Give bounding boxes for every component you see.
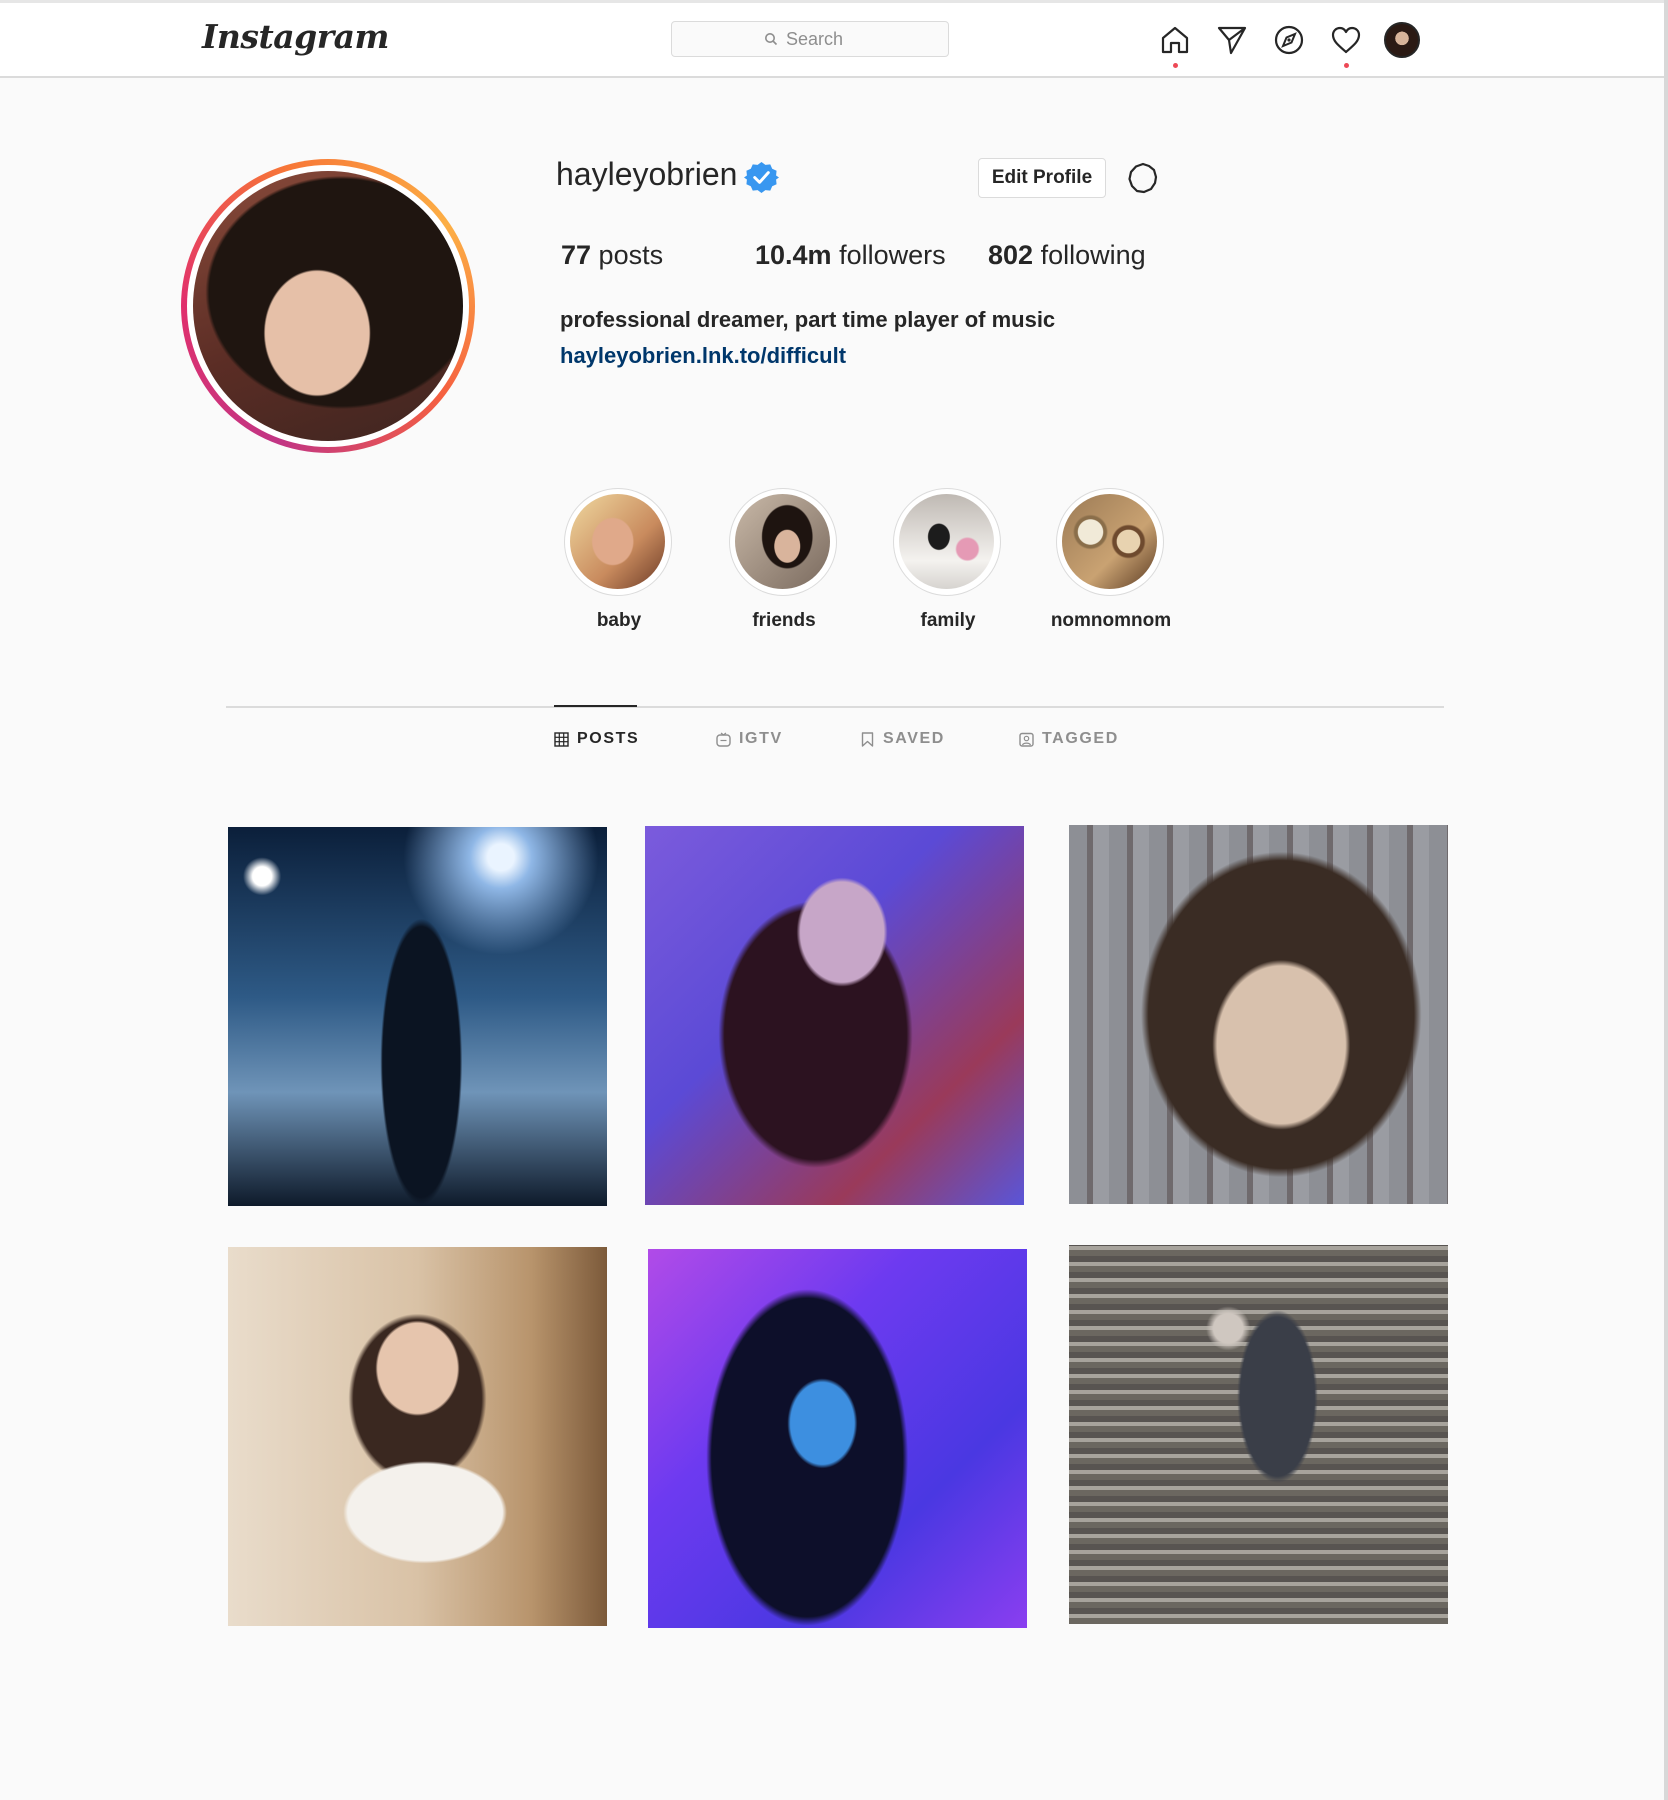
post-thumbnail-2[interactable] bbox=[645, 826, 1024, 1205]
tv-icon bbox=[716, 732, 731, 747]
bookmark-icon bbox=[861, 731, 874, 747]
highlight-cover bbox=[1062, 494, 1157, 589]
home-notification-dot bbox=[1173, 63, 1178, 68]
tab-label: TAGGED bbox=[1042, 730, 1119, 747]
settings-button[interactable] bbox=[1125, 160, 1161, 196]
tab-label: POSTS bbox=[577, 730, 640, 747]
tab-igtv[interactable]: IGTV bbox=[716, 730, 783, 748]
paper-plane-icon bbox=[1217, 26, 1247, 55]
search-icon bbox=[765, 33, 778, 46]
following-count-value: 802 bbox=[988, 240, 1034, 270]
compass-icon bbox=[1274, 25, 1304, 55]
posts-count-label: posts bbox=[591, 240, 664, 270]
profile-bio: professional dreamer, part time player o… bbox=[560, 307, 1056, 332]
profile-avatar-button[interactable] bbox=[1384, 22, 1420, 58]
highlight-cover bbox=[735, 494, 830, 589]
activity-notification-dot bbox=[1344, 63, 1349, 68]
following-count-label: following bbox=[1033, 240, 1146, 270]
heart-icon bbox=[1331, 26, 1361, 54]
instagram-logo[interactable]: Instagram bbox=[202, 17, 389, 56]
highlight-cover bbox=[899, 494, 994, 589]
posts-count: 77 posts bbox=[561, 240, 663, 271]
followers-count-value: 10.4m bbox=[755, 240, 832, 270]
profile-username: hayleyobrien bbox=[556, 156, 738, 192]
story-highlight-family[interactable]: family bbox=[893, 488, 1003, 631]
active-tab-indicator bbox=[554, 705, 637, 707]
tagged-person-icon bbox=[1019, 732, 1034, 747]
posts-count-value: 77 bbox=[561, 240, 592, 270]
followers-count[interactable]: 10.4m followers bbox=[755, 240, 946, 271]
tab-saved[interactable]: SAVED bbox=[860, 730, 945, 748]
window-right-edge bbox=[1664, 0, 1668, 1800]
post-thumbnail-6[interactable] bbox=[1069, 1245, 1448, 1624]
post-thumbnail-1[interactable] bbox=[228, 827, 607, 1206]
highlight-ring bbox=[729, 488, 837, 596]
profile-avatar[interactable] bbox=[181, 159, 475, 453]
grid-icon bbox=[554, 731, 569, 747]
highlight-label: baby bbox=[596, 610, 642, 631]
highlight-label: friends bbox=[752, 610, 816, 631]
search-box[interactable] bbox=[671, 21, 949, 57]
edit-profile-button[interactable]: Edit Profile bbox=[978, 158, 1106, 198]
tab-label: SAVED bbox=[883, 730, 945, 747]
explore-button[interactable] bbox=[1272, 23, 1306, 57]
verified-badge-icon bbox=[744, 161, 779, 194]
highlight-cover bbox=[570, 494, 665, 589]
story-highlight-baby[interactable]: baby bbox=[564, 488, 674, 631]
profile-photo bbox=[193, 171, 463, 441]
tab-posts[interactable]: POSTS bbox=[554, 730, 639, 748]
post-thumbnail-3[interactable] bbox=[1069, 825, 1448, 1204]
gear-icon bbox=[1128, 162, 1158, 194]
home-icon bbox=[1161, 26, 1189, 54]
post-thumbnail-4[interactable] bbox=[228, 1247, 607, 1626]
highlight-ring bbox=[893, 488, 1001, 596]
highlight-ring bbox=[564, 488, 672, 596]
search-input[interactable] bbox=[786, 28, 856, 50]
highlight-ring bbox=[1056, 488, 1164, 596]
tabs-divider bbox=[226, 706, 1444, 708]
post-thumbnail-5[interactable] bbox=[648, 1249, 1027, 1628]
activity-button[interactable] bbox=[1329, 23, 1363, 68]
direct-messages-button[interactable] bbox=[1215, 23, 1249, 57]
following-count[interactable]: 802 following bbox=[988, 240, 1146, 271]
home-button[interactable] bbox=[1158, 23, 1192, 68]
top-nav-bar: Instagram bbox=[0, 3, 1664, 78]
highlight-label: nomnomnom bbox=[1050, 610, 1172, 631]
profile-website-link[interactable]: hayleyobrien.lnk.to/difficult bbox=[560, 343, 846, 369]
story-highlight-friends[interactable]: friends bbox=[729, 488, 839, 631]
story-highlight-nomnomnom[interactable]: nomnomnom bbox=[1051, 488, 1171, 631]
tab-tagged[interactable]: TAGGED bbox=[1019, 730, 1119, 748]
followers-count-label: followers bbox=[831, 240, 946, 270]
highlight-label: family bbox=[920, 610, 976, 631]
tab-label: IGTV bbox=[739, 730, 783, 747]
